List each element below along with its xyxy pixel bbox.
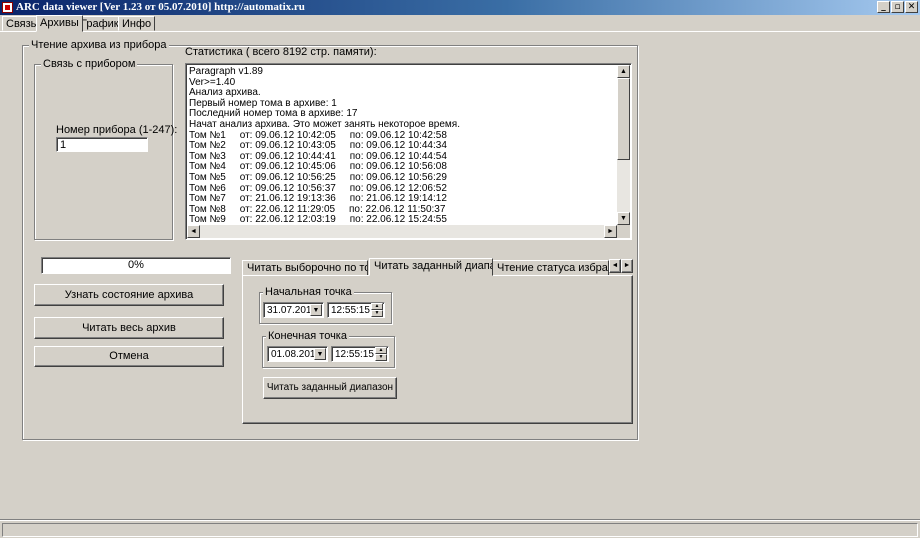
- stats-line: Начат анализ архива. Это может занять не…: [189, 118, 460, 130]
- tab-read-range[interactable]: Читать заданный диапазон: [369, 258, 493, 276]
- tab-archives[interactable]: Архивы: [36, 15, 83, 32]
- cancel-button[interactable]: Отмена: [34, 346, 224, 367]
- scroll-left-button[interactable]: ◄: [187, 225, 200, 238]
- scroll-corner: [617, 225, 630, 238]
- device-number-label: Номер прибора (1-247):: [56, 124, 178, 136]
- end-date-dropdown-icon[interactable]: ▼: [314, 348, 326, 360]
- check-archive-state-button[interactable]: Узнать состояние архива: [34, 284, 224, 306]
- tab-panel-edge: [0, 31, 920, 32]
- stats-label: Статистика ( всего 8192 стр. памяти):: [185, 46, 377, 58]
- scroll-right-button[interactable]: ►: [604, 225, 617, 238]
- stats-memo[interactable]: Paragraph v1.89 Ver>=1.40 Анализ архива. Пе…: [185, 63, 632, 240]
- status-bar: [0, 519, 920, 538]
- end-time-value: 12:55:15: [335, 349, 374, 360]
- stats-line: Том №9 от: 22.06.12 12:03:19 по: 22.06.1…: [189, 214, 447, 225]
- stats-line: Том №5 от: 09.06.12 10:56:25 по: 09.06.1…: [189, 171, 447, 183]
- start-date-dropdown-icon[interactable]: ▼: [310, 304, 322, 316]
- stats-line: Paragraph v1.89: [189, 67, 263, 77]
- progress-bar: 0%: [41, 257, 231, 274]
- tabs-scroll-right-button[interactable]: ►: [621, 259, 633, 273]
- end-time-down-icon[interactable]: ▼: [375, 354, 387, 361]
- device-number-input[interactable]: 1: [56, 137, 148, 152]
- tabs-scroll-left-button[interactable]: ◄: [609, 259, 621, 273]
- app-icon: [2, 2, 13, 13]
- device-number-value: 1: [60, 139, 67, 151]
- start-time-up-icon[interactable]: ▲: [371, 303, 383, 310]
- tab-connection[interactable]: Связь: [2, 16, 41, 31]
- tab-info[interactable]: Инфо: [118, 16, 156, 31]
- progress-label: 0%: [128, 259, 144, 271]
- start-time-down-icon[interactable]: ▼: [371, 310, 383, 317]
- scroll-up-button[interactable]: ▲: [617, 65, 630, 78]
- maximize-button[interactable]: ▫: [891, 1, 904, 13]
- end-time-up-icon[interactable]: ▲: [375, 347, 387, 354]
- device-connection-group: Связь с прибором: [34, 58, 173, 240]
- tab-read-favorites-status[interactable]: Чтение статуса избранных: [492, 260, 609, 276]
- start-point-caption: Начальная точка: [263, 286, 354, 298]
- stats-horizontal-scrollbar[interactable]: ◄ ►: [187, 225, 617, 238]
- scroll-down-button[interactable]: ▼: [617, 212, 630, 225]
- status-pane: [2, 523, 918, 537]
- end-date-picker[interactable]: 01.08.2012 ▼: [267, 346, 328, 362]
- end-time-picker[interactable]: 12:55:15 ▲ ▼: [331, 346, 389, 362]
- read-full-archive-button[interactable]: Читать весь архив: [34, 317, 224, 339]
- title-bar: ARC data viewer [Ver 1.23 от 05.07.2010]…: [0, 0, 920, 15]
- start-time-value: 12:55:15: [331, 305, 370, 316]
- stats-vertical-scrollbar[interactable]: ▲ ▼: [617, 65, 630, 225]
- read-range-button[interactable]: Читать заданный диапазон: [263, 377, 397, 399]
- start-date-picker[interactable]: 31.07.2012 ▼: [263, 302, 324, 318]
- archive-read-caption: Чтение архива из прибора: [29, 39, 169, 51]
- scroll-thumb[interactable]: [617, 78, 630, 160]
- device-connection-caption: Связь с прибором: [41, 58, 138, 70]
- tab-read-selected-volumes[interactable]: Читать выборочно по томам: [242, 260, 368, 276]
- close-button[interactable]: ✕: [905, 1, 918, 13]
- window-title: ARC data viewer [Ver 1.23 от 05.07.2010]…: [16, 1, 305, 13]
- stats-lines: Paragraph v1.89 Ver>=1.40 Анализ архива. Пе…: [189, 67, 617, 225]
- start-time-picker[interactable]: 12:55:15 ▲ ▼: [327, 302, 385, 318]
- minimize-button[interactable]: _: [877, 1, 890, 13]
- main-tabs: Связь Архивы Графики Инфо: [0, 15, 920, 32]
- end-point-caption: Конечная точка: [266, 330, 349, 342]
